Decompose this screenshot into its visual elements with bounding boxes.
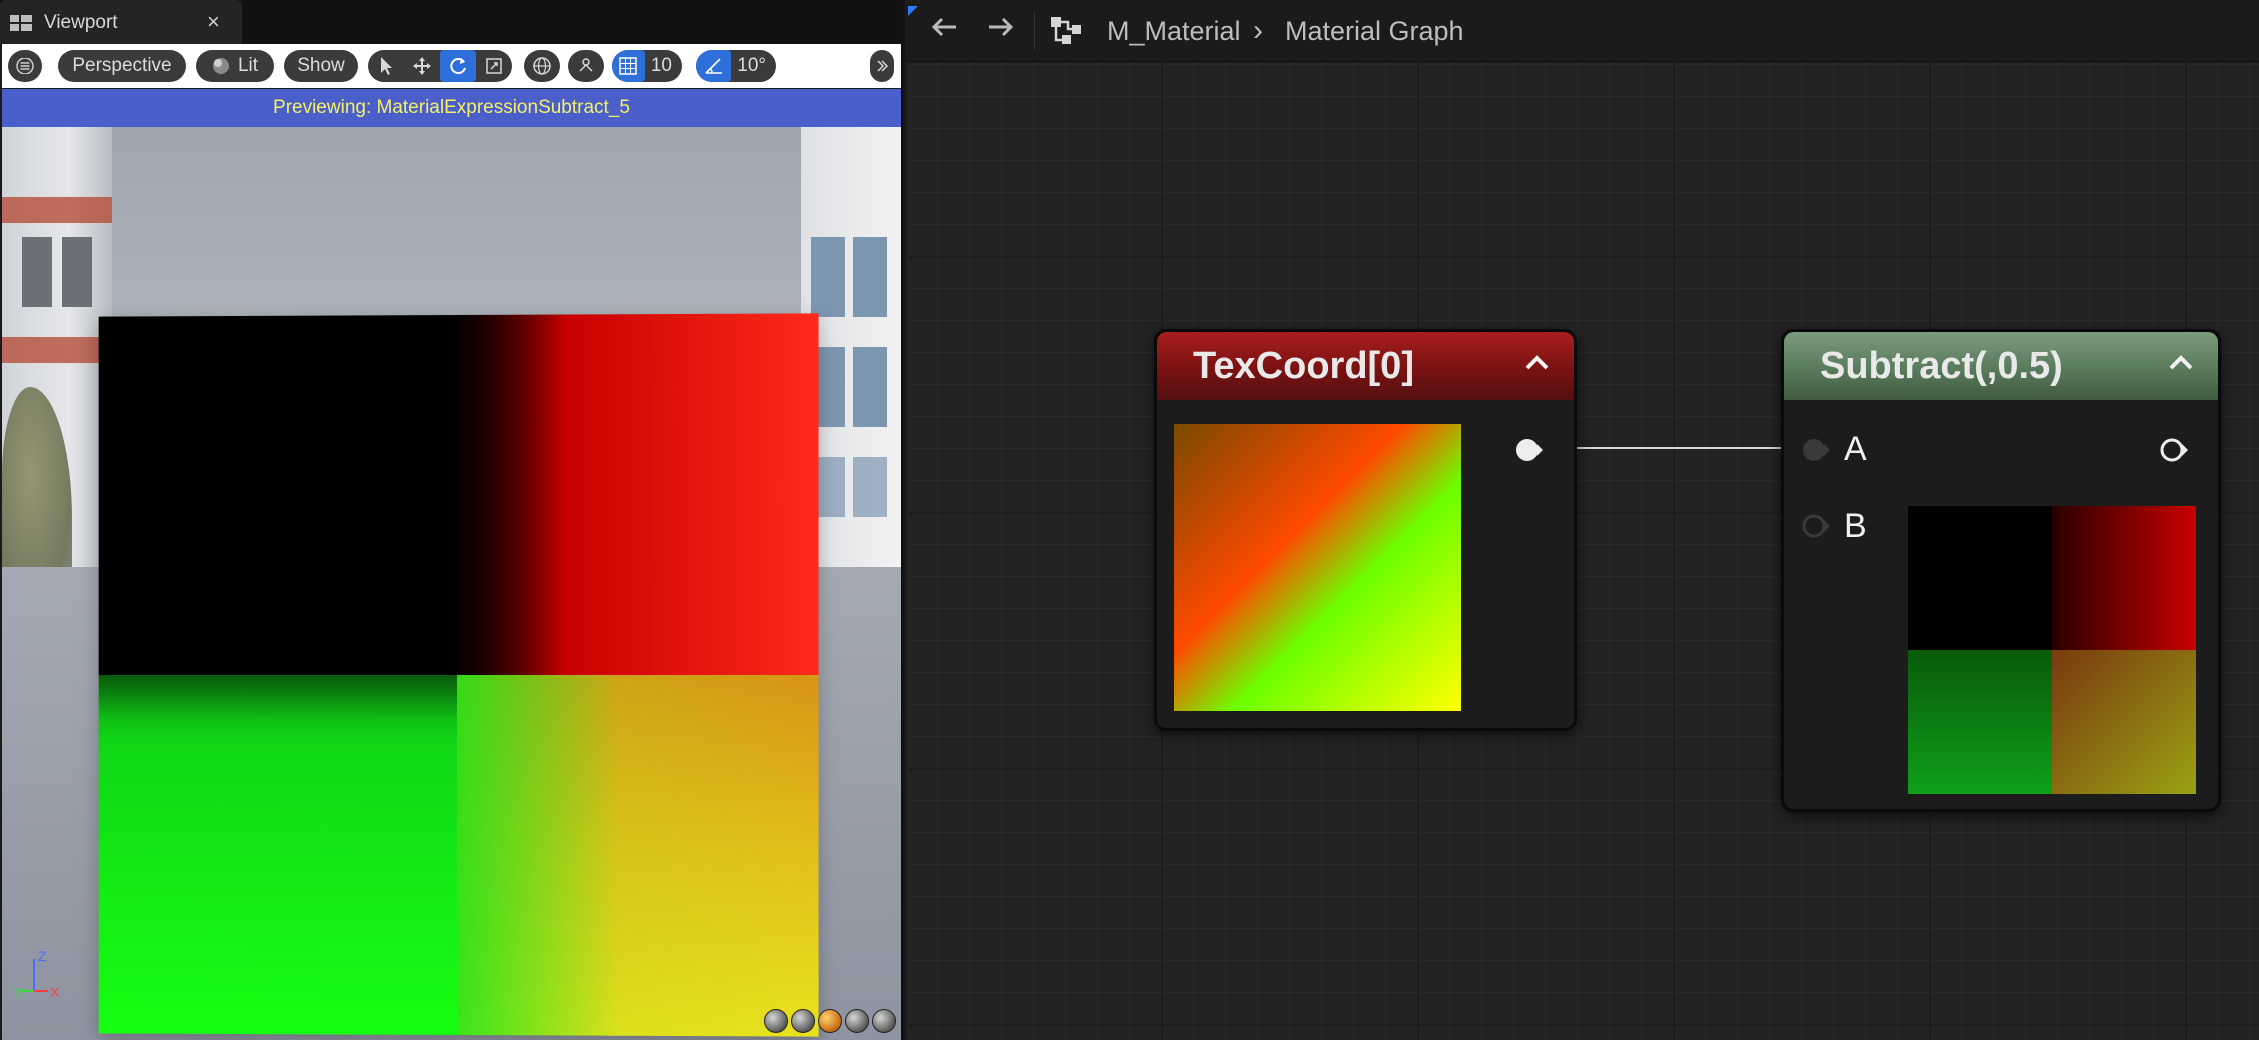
preview-quadrant-bottom-left	[98, 675, 457, 1035]
scale-icon	[486, 58, 502, 74]
select-tool-button[interactable]	[368, 50, 404, 82]
preview-quadrant-top-right	[457, 313, 819, 675]
collapse-chevron-icon[interactable]	[2164, 346, 2198, 380]
subtract-output-pin[interactable]	[2159, 435, 2189, 465]
texcoord-node[interactable]: TexCoord[0]	[1154, 329, 1577, 731]
grid-snap-group[interactable]: 10	[612, 50, 682, 82]
rotation-snap-toggle[interactable]	[696, 50, 732, 82]
subtract-node-title: Subtract(,0.5)	[1784, 332, 2218, 400]
texcoord-output-pin[interactable]	[1514, 435, 1544, 465]
grid-snap-icon	[619, 57, 638, 75]
preview-quadrant-bottom-right	[457, 675, 819, 1037]
viewport-tab[interactable]: Viewport ×	[0, 0, 242, 44]
preview-banner: Previewing: MaterialExpressionSubtract_5	[2, 89, 901, 127]
viewport-layout-icon	[10, 15, 32, 31]
lit-mode-button[interactable]: Lit	[196, 50, 274, 82]
collapse-chevron-icon[interactable]	[1520, 346, 1554, 380]
subtract-input-a-label: A	[1844, 430, 1867, 468]
custom-mesh-icon[interactable]	[872, 1009, 896, 1033]
grid-snap-value[interactable]: 10	[645, 55, 682, 77]
subtract-input-b-label: B	[1844, 507, 1867, 545]
subtract-preview-thumbnail	[1908, 506, 2196, 794]
tab-strip: Viewport ×	[0, 0, 903, 44]
rotation-snap-value[interactable]: 10°	[731, 55, 776, 77]
material-preview-quad	[98, 313, 819, 1037]
move-tool-button[interactable]	[404, 50, 440, 82]
lit-mode-label: Lit	[237, 55, 259, 76]
axis-x-label: X	[50, 984, 60, 1000]
axis-gizmo: Z X Y	[14, 948, 60, 1000]
angle-snap-icon	[705, 58, 722, 74]
plane-mesh-icon[interactable]	[818, 1009, 842, 1033]
grid-snap-toggle[interactable]	[612, 50, 645, 82]
viewport-scene[interactable]: Z X Y	[2, 127, 901, 1040]
cube-mesh-icon[interactable]	[845, 1009, 869, 1033]
select-arrow-icon	[381, 57, 392, 75]
subtract-input-b-pin[interactable]	[1801, 511, 1831, 541]
preview-quadrant-top-left	[98, 315, 457, 675]
viewport-toolbar: Perspective Lit Show 10 10°	[2, 44, 901, 88]
preview-mesh-selector	[764, 1009, 900, 1037]
hamburger-menu-icon	[16, 58, 34, 74]
world-local-icon	[533, 57, 551, 75]
more-chevron-icon	[877, 60, 889, 72]
sphere-mesh-icon[interactable]	[791, 1009, 815, 1033]
texcoord-preview-thumbnail	[1174, 424, 1461, 711]
subtract-node[interactable]: Subtract(,0.5) A B	[1781, 329, 2221, 812]
rotate-tool-button[interactable]	[440, 50, 476, 82]
viewport-options-button[interactable]	[8, 50, 42, 82]
rotate-icon	[450, 58, 466, 75]
scale-tool-button[interactable]	[476, 50, 512, 82]
viewport-panel: Viewport × Perspective Lit Show 10 10° P…	[0, 0, 903, 1040]
viewport-tab-label: Viewport	[44, 12, 118, 33]
rotation-snap-group[interactable]: 10°	[696, 50, 776, 82]
world-local-toggle[interactable]	[524, 50, 560, 82]
axis-z-label: Z	[38, 948, 47, 964]
transform-tools-group	[368, 50, 512, 82]
texcoord-node-title: TexCoord[0]	[1157, 332, 1574, 400]
material-graph-panel[interactable]: M_Material › Material Graph TexCoord[0] …	[905, 0, 2259, 1040]
show-button[interactable]: Show	[284, 50, 358, 82]
surface-snap-toggle[interactable]	[568, 50, 604, 82]
close-tab-button[interactable]: ×	[207, 9, 220, 35]
perspective-button[interactable]: Perspective	[58, 50, 186, 82]
cylinder-mesh-icon[interactable]	[764, 1009, 788, 1033]
lit-sphere-icon	[212, 58, 229, 74]
axis-y-label: Y	[14, 984, 24, 1000]
more-options-button[interactable]	[870, 50, 894, 82]
move-icon	[413, 57, 431, 75]
subtract-input-a-pin[interactable]	[1801, 435, 1831, 465]
surface-snap-icon	[579, 58, 593, 72]
